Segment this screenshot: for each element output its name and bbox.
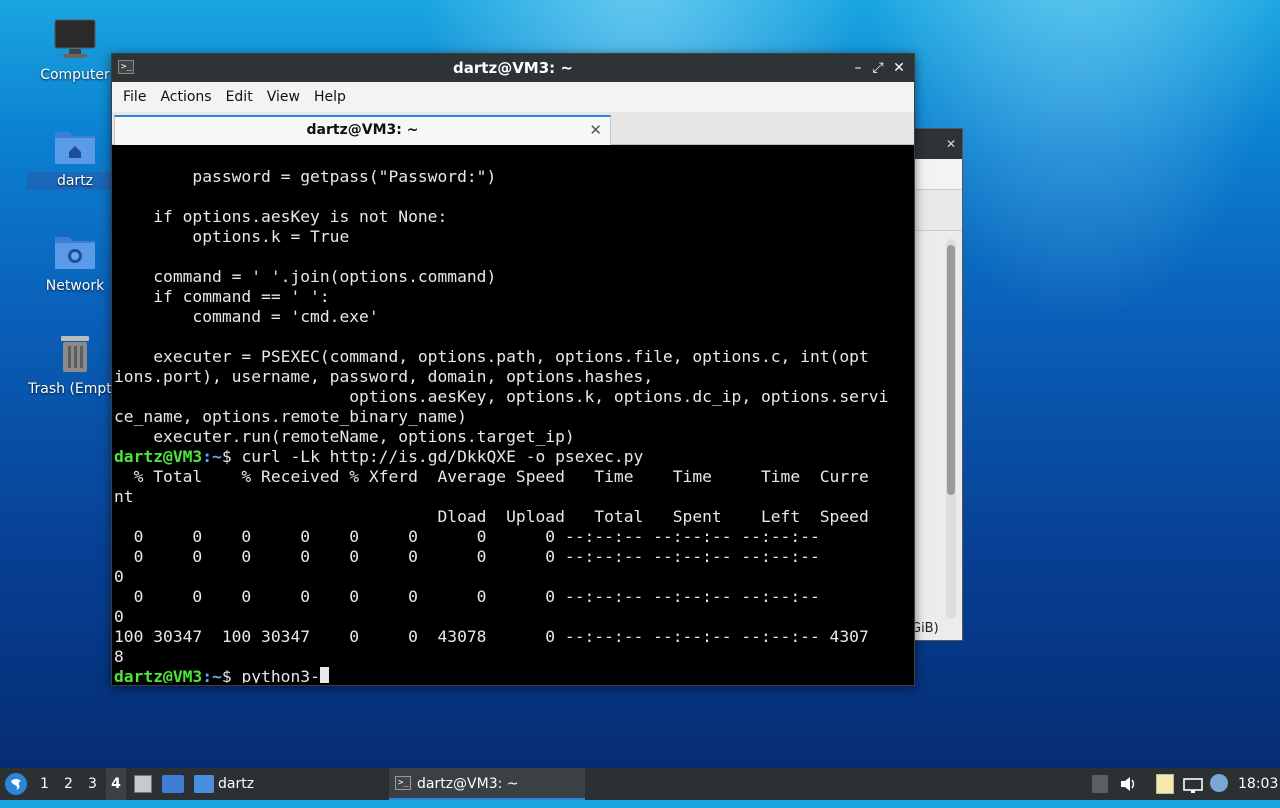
desktop-icon-home-folder[interactable]: dartz [27, 124, 123, 190]
vertical-scrollbar[interactable] [946, 239, 956, 619]
tab-bar: dartz@VM3: ~ ✕ [112, 112, 914, 145]
terminal-line: 100 30347 100 30347 0 0 43078 0 --:--:--… [114, 627, 869, 646]
taskbar-folder-label[interactable]: dartz [218, 768, 254, 800]
terminal-line: ions.port), username, password, domain, … [114, 367, 654, 386]
clipboard-icon[interactable] [1156, 774, 1174, 794]
menu-bar: File Actions Edit View Help [112, 82, 914, 112]
close-icon[interactable]: ✕ [946, 137, 956, 151]
workspace-1[interactable]: 1 [40, 768, 49, 800]
terminal-line: 0 0 0 0 0 0 0 0 --:--:-- --:--:-- --:--:… [114, 527, 820, 546]
menu-help[interactable]: Help [307, 89, 353, 105]
terminal-line: command = ' '.join(options.command) [114, 267, 497, 286]
folder-icon[interactable] [194, 775, 214, 793]
window-titlebar[interactable]: >_ dartz@VM3: ~ – ⤢ ✕ [112, 54, 914, 82]
menu-file[interactable]: File [116, 89, 153, 105]
terminal-line: executer.run(remoteName, options.target_… [114, 427, 575, 446]
text-cursor [319, 667, 329, 683]
notification-icon[interactable] [1210, 774, 1228, 792]
trash-icon [53, 332, 97, 376]
desktop-icon-label: Computer [40, 67, 110, 83]
desktop-icon-computer[interactable]: Computer [27, 18, 123, 84]
prompt-symbol: $ [221, 447, 242, 466]
desktop-icon-network[interactable]: Network [27, 229, 123, 295]
terminal-line: ce_name, options.remote_binary_name) [114, 407, 467, 426]
prompt-user: dartz@VM3 [114, 667, 203, 683]
prompt-symbol: $ [221, 667, 242, 683]
terminal-line: 0 [114, 607, 124, 626]
menu-view[interactable]: View [260, 89, 307, 105]
show-desktop-icon[interactable] [134, 775, 152, 793]
command-input-text[interactable]: python3- [241, 667, 319, 683]
terminal-window[interactable]: >_ dartz@VM3: ~ – ⤢ ✕ File Actions Edit … [111, 53, 915, 686]
taskbar: 1 2 3 4 dartz >_ dartz@VM3: ~ 18:03 [0, 768, 1280, 800]
terminal-line: password = getpass("Password:") [114, 167, 497, 186]
desktop-icon-label: Network [45, 278, 105, 294]
maximize-button[interactable]: ⤢ [868, 54, 888, 82]
terminal-line: if options.aesKey is not None: [114, 207, 448, 226]
tab-terminal[interactable]: dartz@VM3: ~ ✕ [114, 115, 611, 145]
volume-icon[interactable] [1118, 774, 1138, 794]
prompt-path: :~ [202, 447, 222, 466]
file-manager-icon[interactable] [162, 775, 184, 793]
network-icon[interactable] [1183, 775, 1203, 793]
app-menu-icon [5, 773, 27, 795]
terminal-line: executer = PSEXEC(command, options.path,… [114, 347, 869, 366]
start-menu-button[interactable] [4, 772, 28, 796]
home-folder-icon [53, 124, 97, 168]
prompt-user: dartz@VM3 [114, 447, 203, 466]
terminal-line: 0 [114, 567, 124, 586]
terminal-line: options.k = True [114, 227, 350, 246]
window-title: dartz@VM3: ~ [453, 59, 573, 77]
scrollbar-thumb[interactable] [947, 245, 955, 495]
workspace-4-active[interactable]: 4 [106, 768, 126, 800]
taskbar-window-button-terminal[interactable]: >_ dartz@VM3: ~ [389, 768, 585, 800]
menu-edit[interactable]: Edit [219, 89, 260, 105]
status-text: GiB) [911, 621, 939, 636]
network-folder-icon [53, 229, 97, 273]
terminal-icon: >_ [395, 776, 411, 790]
terminal-line: options.aesKey, options.k, options.dc_ip… [114, 387, 889, 406]
terminal-line: Dload Upload Total Spent Left Speed [114, 507, 869, 526]
menu-actions[interactable]: Actions [153, 89, 218, 105]
close-button[interactable]: ✕ [889, 54, 909, 82]
terminal-line: if command == ' ': [114, 287, 330, 306]
terminal-line: nt [114, 487, 134, 506]
prompt-line[interactable]: dartz@VM3:~$ python3- [114, 667, 910, 683]
terminal-line: % Total % Received % Xferd Average Speed… [114, 467, 869, 486]
desktop-icon-label: dartz [27, 172, 123, 190]
minimize-button[interactable]: – [848, 54, 868, 82]
terminal-line: 0 0 0 0 0 0 0 0 --:--:-- --:--:-- --:--:… [114, 547, 820, 566]
prompt-path: :~ [202, 667, 222, 683]
clock[interactable]: 18:03 [1238, 768, 1278, 800]
prompt-line: dartz@VM3:~$ curl -Lk http://is.gd/DkkQX… [114, 447, 910, 467]
terminal-line: 0 0 0 0 0 0 0 0 --:--:-- --:--:-- --:--:… [114, 587, 820, 606]
workspace-3[interactable]: 3 [88, 768, 97, 800]
tab-close-icon[interactable]: ✕ [589, 117, 602, 143]
workspace-2[interactable]: 2 [64, 768, 73, 800]
terminal-line: command = 'cmd.exe' [114, 307, 379, 326]
command-text: curl -Lk http://is.gd/DkkQXE -o psexec.p… [241, 447, 644, 466]
computer-icon [53, 18, 97, 62]
terminal-line: 8 [114, 647, 124, 666]
tray-arrow-icon[interactable] [1092, 775, 1108, 793]
tab-label: dartz@VM3: ~ [306, 122, 419, 138]
terminal-output[interactable]: password = getpass("Password:") if optio… [114, 146, 910, 683]
taskbar-window-label: dartz@VM3: ~ [417, 776, 519, 792]
